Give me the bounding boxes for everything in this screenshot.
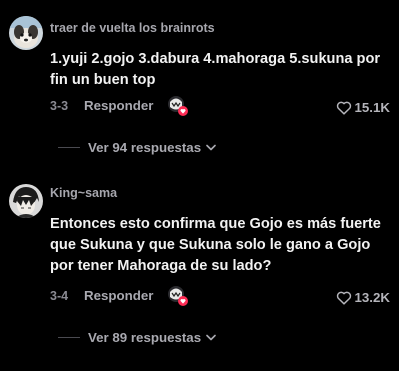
creator-liked-badge-icon — [167, 95, 189, 117]
comment-meta: 3-3 Responder 15.1K — [50, 95, 390, 117]
view-replies-button[interactable]: Ver 94 respuestas — [58, 137, 216, 157]
comment-text: Entonces esto confirma que Gojo es más f… — [50, 216, 381, 274]
divider — [58, 336, 80, 338]
comment-text: 1.yuji 2.gojo 3.dabura 4.mahoraga 5.suku… — [50, 51, 381, 88]
manga-character-avatar-icon — [9, 184, 43, 218]
comment-meta: 3-4 Responder 13.2K — [50, 285, 390, 307]
chevron-down-icon — [206, 334, 216, 341]
heart-outline-icon — [336, 101, 351, 115]
dog-avatar-icon — [9, 16, 43, 50]
divider — [58, 146, 80, 148]
reply-button[interactable]: Responder — [84, 98, 153, 113]
avatar[interactable] — [9, 184, 43, 218]
comment-date: 3-4 — [50, 289, 69, 303]
comment-item: traer de vuelta los brainrots 1.yuji 2.g… — [0, 0, 399, 170]
username[interactable]: traer de vuelta los brainrots — [50, 21, 215, 35]
view-replies-button[interactable]: Ver 89 respuestas — [58, 327, 216, 347]
like-button[interactable]: 15.1K — [336, 97, 390, 117]
comment-item: King~sama Entonces esto confirma que Goj… — [0, 170, 399, 371]
chevron-down-icon — [206, 144, 216, 151]
creator-liked-badge-icon — [167, 285, 189, 307]
username[interactable]: King~sama — [50, 186, 117, 200]
view-replies-label: Ver 89 respuestas — [88, 329, 202, 345]
like-count: 15.1K — [354, 99, 390, 115]
heart-outline-icon — [336, 291, 351, 305]
like-count: 13.2K — [354, 289, 390, 305]
comment-date: 3-3 — [50, 99, 69, 113]
like-button[interactable]: 13.2K — [336, 287, 390, 307]
view-replies-label: Ver 94 respuestas — [88, 139, 202, 155]
avatar[interactable] — [9, 16, 43, 50]
reply-button[interactable]: Responder — [84, 288, 153, 303]
